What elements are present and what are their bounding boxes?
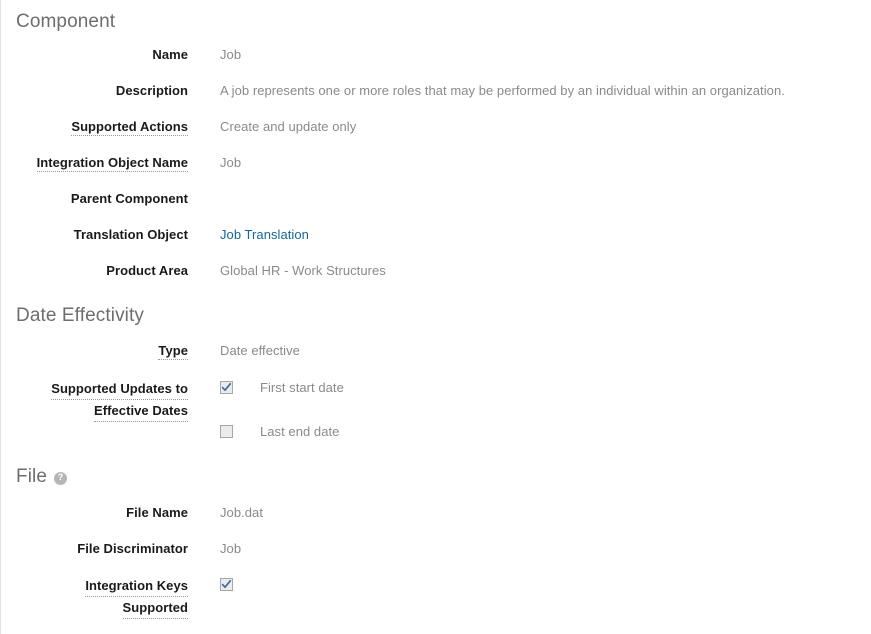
field-label-integration-keys-supported-line-2[interactable]: Supported bbox=[123, 597, 188, 619]
field-value-integration-object-name: Job bbox=[220, 155, 241, 170]
field-value-cell-file-name: Job.dat bbox=[188, 503, 871, 522]
field-label-type[interactable]: Type bbox=[158, 343, 188, 360]
checkbox-first-start-date[interactable] bbox=[220, 381, 233, 394]
field-label-cell-file-name: File Name bbox=[1, 503, 188, 522]
field-row-supported-updates: Supported Updates to Effective Dates Fir… bbox=[1, 378, 871, 441]
field-row-integration-object-name: Integration Object Name Job bbox=[1, 153, 871, 172]
checkbox-row-first-start-date[interactable]: First start date bbox=[220, 378, 871, 397]
field-row-integration-keys-supported: Integration Keys Supported bbox=[1, 575, 871, 619]
section-component: Component Name Job Description A job rep… bbox=[1, 0, 871, 280]
checkbox-integration-keys-supported[interactable] bbox=[220, 578, 233, 591]
field-label-supported-updates[interactable]: Supported Updates to Effective Dates bbox=[1, 378, 188, 422]
checkbox-last-end-date[interactable] bbox=[220, 425, 233, 438]
field-value-cell-file-discriminator: Job bbox=[188, 539, 871, 558]
section-file: File ? File Name Job.dat File Discrimina… bbox=[1, 441, 871, 619]
field-label-cell-translation-object: Translation Object bbox=[1, 225, 188, 244]
field-row-type: Type Date effective bbox=[1, 341, 871, 360]
field-row-description: Description A job represents one or more… bbox=[1, 81, 871, 100]
checkmark-icon bbox=[221, 382, 232, 393]
field-value-name: Job bbox=[220, 47, 241, 62]
field-label-integration-keys-supported[interactable]: Integration Keys Supported bbox=[1, 575, 188, 619]
field-label-name: Name bbox=[152, 47, 188, 62]
help-icon-glyph: ? bbox=[58, 471, 64, 484]
field-label-supported-actions[interactable]: Supported Actions bbox=[71, 119, 188, 136]
section-title-component: Component bbox=[16, 10, 115, 34]
field-row-supported-actions: Supported Actions Create and update only bbox=[1, 117, 871, 136]
checkbox-label-last-end-date: Last end date bbox=[233, 422, 339, 441]
field-row-name: Name Job bbox=[1, 45, 871, 64]
checkbox-row-last-end-date[interactable]: Last end date bbox=[220, 422, 871, 441]
field-row-translation-object: Translation Object Job Translation bbox=[1, 225, 871, 244]
field-label-cell-file-discriminator: File Discriminator bbox=[1, 539, 188, 558]
field-row-file-discriminator: File Discriminator Job bbox=[1, 539, 871, 558]
field-label-file-name: File Name bbox=[126, 505, 188, 520]
field-value-description: A job represents one or more roles that … bbox=[220, 83, 785, 98]
field-value-supported-actions: Create and update only bbox=[220, 119, 356, 134]
field-label-supported-updates-line-1[interactable]: Supported Updates to bbox=[51, 378, 188, 400]
section-header-date-effectivity: Date Effectivity bbox=[1, 304, 871, 328]
field-label-description: Description bbox=[116, 83, 188, 98]
field-value-cell-integration-object-name: Job bbox=[188, 153, 871, 172]
field-label-cell-integration-object-name: Integration Object Name bbox=[1, 153, 188, 172]
field-label-cell-integration-keys-supported: Integration Keys Supported bbox=[1, 575, 188, 619]
checkmark-icon bbox=[221, 579, 232, 590]
checkbox-row-integration-keys-supported[interactable] bbox=[220, 575, 871, 591]
checkbox-label-first-start-date: First start date bbox=[233, 378, 344, 397]
field-value-type: Date effective bbox=[220, 343, 300, 358]
field-value-cell-product-area: Global HR - Work Structures bbox=[188, 261, 871, 280]
help-icon[interactable]: ? bbox=[54, 472, 67, 485]
field-row-parent-component: Parent Component bbox=[1, 189, 871, 208]
section-title-file: File bbox=[16, 465, 47, 489]
field-label-supported-updates-line-2[interactable]: Effective Dates bbox=[94, 400, 188, 422]
field-value-cell-description: A job represents one or more roles that … bbox=[188, 81, 871, 100]
field-value-cell-translation-object: Job Translation bbox=[188, 225, 871, 244]
field-label-cell-parent-component: Parent Component bbox=[1, 189, 188, 208]
field-label-parent-component: Parent Component bbox=[71, 191, 188, 206]
field-label-product-area: Product Area bbox=[106, 263, 188, 278]
field-value-product-area: Global HR - Work Structures bbox=[220, 263, 386, 278]
field-label-translation-object: Translation Object bbox=[74, 227, 188, 242]
field-row-product-area: Product Area Global HR - Work Structures bbox=[1, 261, 871, 280]
section-date-effectivity: Date Effectivity Type Date effective Sup… bbox=[1, 280, 871, 441]
field-label-integration-keys-supported-line-1[interactable]: Integration Keys bbox=[85, 575, 188, 597]
field-label-file-discriminator: File Discriminator bbox=[77, 541, 188, 556]
section-header-component: Component bbox=[1, 10, 871, 34]
field-label-cell-type: Type bbox=[1, 341, 188, 360]
field-label-cell-supported-updates: Supported Updates to Effective Dates bbox=[1, 378, 188, 422]
field-value-cell-supported-updates: First start date Last end date bbox=[188, 378, 871, 441]
component-details-page: Component Name Job Description A job rep… bbox=[0, 0, 871, 634]
field-label-cell-supported-actions: Supported Actions bbox=[1, 117, 188, 136]
field-label-cell-name: Name bbox=[1, 45, 188, 64]
field-value-cell-name: Job bbox=[188, 45, 871, 64]
field-label-cell-description: Description bbox=[1, 81, 188, 100]
field-value-file-discriminator: Job bbox=[220, 541, 241, 556]
link-translation-object[interactable]: Job Translation bbox=[220, 227, 309, 242]
field-value-cell-supported-actions: Create and update only bbox=[188, 117, 871, 136]
section-title-date-effectivity: Date Effectivity bbox=[16, 304, 144, 328]
field-row-file-name: File Name Job.dat bbox=[1, 503, 871, 522]
field-value-cell-type: Date effective bbox=[188, 341, 871, 360]
section-header-file: File ? bbox=[1, 465, 871, 489]
field-label-integration-object-name[interactable]: Integration Object Name bbox=[37, 155, 188, 172]
field-label-cell-product-area: Product Area bbox=[1, 261, 188, 280]
field-value-cell-integration-keys-supported bbox=[188, 575, 871, 591]
field-value-file-name: Job.dat bbox=[220, 505, 263, 520]
